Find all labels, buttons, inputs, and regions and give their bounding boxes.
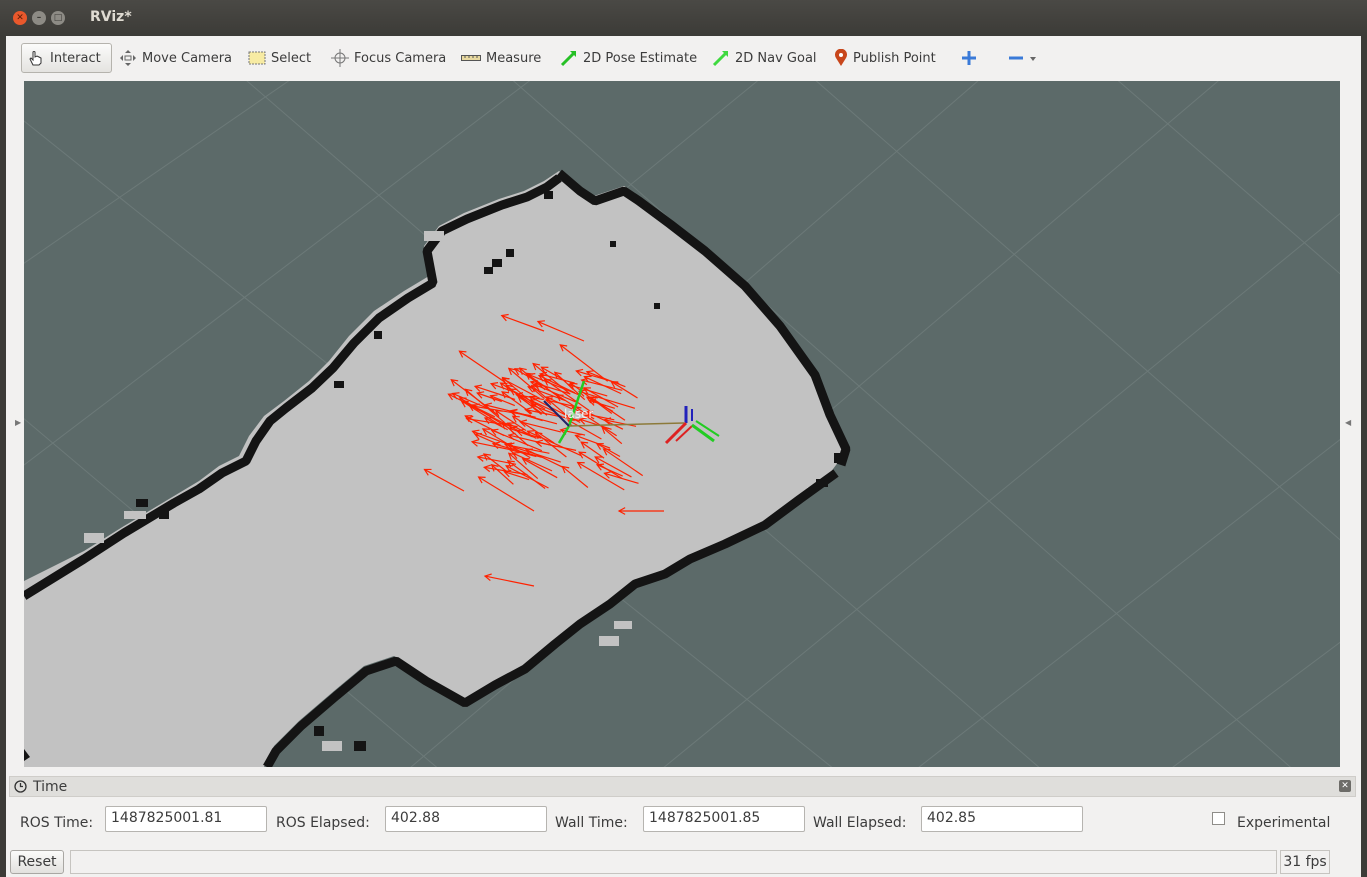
reset-button[interactable]: Reset [10, 850, 64, 874]
focus-camera-label: Focus Camera [354, 50, 447, 66]
experimental-label: Experimental [1237, 815, 1331, 831]
select-tool-button[interactable]: Select [244, 43, 315, 73]
status-bar: Reset 31 fps [6, 848, 1361, 877]
hand-pointer-icon [27, 49, 45, 67]
select-label: Select [271, 50, 312, 66]
maximize-window-icon[interactable]: □ [51, 11, 65, 25]
interact-tool-button[interactable]: Interact [21, 43, 112, 73]
green-arrow-icon [712, 49, 730, 67]
time-panel-titlebar: Time ✕ [9, 776, 1356, 797]
map-scene: laser [24, 81, 1340, 767]
wall-time-label: Wall Time: [555, 815, 628, 831]
nav-goal-label: 2D Nav Goal [735, 50, 817, 66]
interact-label: Interact [50, 50, 101, 66]
2d-pose-estimate-tool-button[interactable]: 2D Pose Estimate [556, 43, 701, 73]
ros-elapsed-label: ROS Elapsed: [276, 815, 370, 831]
laser-frame-label: laser [564, 407, 593, 421]
window-title: RViz* [90, 9, 132, 25]
time-panel-title: Time [33, 778, 68, 795]
measure-label: Measure [486, 50, 542, 66]
minus-icon [1008, 50, 1024, 66]
time-panel: Time ✕ ROS Time: 1487825001.81 ROS Elaps… [6, 774, 1361, 877]
status-message-area [70, 850, 1277, 874]
left-dock-collapse-icon[interactable]: ▶ [15, 418, 21, 427]
ros-elapsed-field[interactable]: 402.88 [385, 806, 547, 832]
title-bar: ✕ – □ RViz* [0, 0, 1367, 36]
ros-time-label: ROS Time: [20, 815, 94, 831]
minimize-window-icon[interactable]: – [32, 11, 46, 25]
publish-point-label: Publish Point [853, 50, 936, 66]
3d-render-viewport[interactable]: laser [24, 81, 1340, 767]
2d-nav-goal-tool-button[interactable]: 2D Nav Goal [708, 43, 821, 73]
focus-camera-tool-button[interactable]: Focus Camera [327, 43, 450, 73]
tools-toolbar: Interact Move Camera Select Focus Camera… [6, 36, 1361, 80]
move-camera-tool-button[interactable]: Move Camera [115, 43, 236, 73]
remove-tool-button[interactable] [1004, 43, 1041, 73]
publish-point-tool-button[interactable]: Publish Point [830, 43, 940, 73]
right-dock-collapse-icon[interactable]: ◀ [1345, 418, 1351, 427]
move-camera-label: Move Camera [142, 50, 233, 66]
select-rectangle-icon [248, 50, 266, 66]
move-camera-icon [119, 49, 137, 67]
green-arrow-icon [560, 49, 578, 67]
pose-estimate-label: 2D Pose Estimate [583, 50, 698, 66]
close-panel-icon[interactable]: ✕ [1339, 780, 1351, 792]
ruler-icon [461, 53, 481, 63]
focus-camera-icon [331, 49, 349, 67]
fps-indicator: 31 fps [1280, 850, 1330, 874]
wall-elapsed-field[interactable]: 402.85 [921, 806, 1083, 832]
close-window-icon[interactable]: ✕ [13, 11, 27, 25]
experimental-checkbox[interactable] [1212, 812, 1225, 825]
dropdown-arrow-icon [1029, 54, 1037, 62]
map-pin-icon [834, 49, 848, 67]
rviz-window: Interact Move Camera Select Focus Camera… [6, 36, 1361, 877]
add-tool-button[interactable] [957, 43, 981, 73]
ros-time-field[interactable]: 1487825001.81 [105, 806, 267, 832]
wall-time-field[interactable]: 1487825001.85 [643, 806, 805, 832]
clock-icon [14, 780, 27, 793]
measure-tool-button[interactable]: Measure [457, 43, 545, 73]
wall-elapsed-label: Wall Elapsed: [813, 815, 907, 831]
plus-icon [961, 50, 977, 66]
